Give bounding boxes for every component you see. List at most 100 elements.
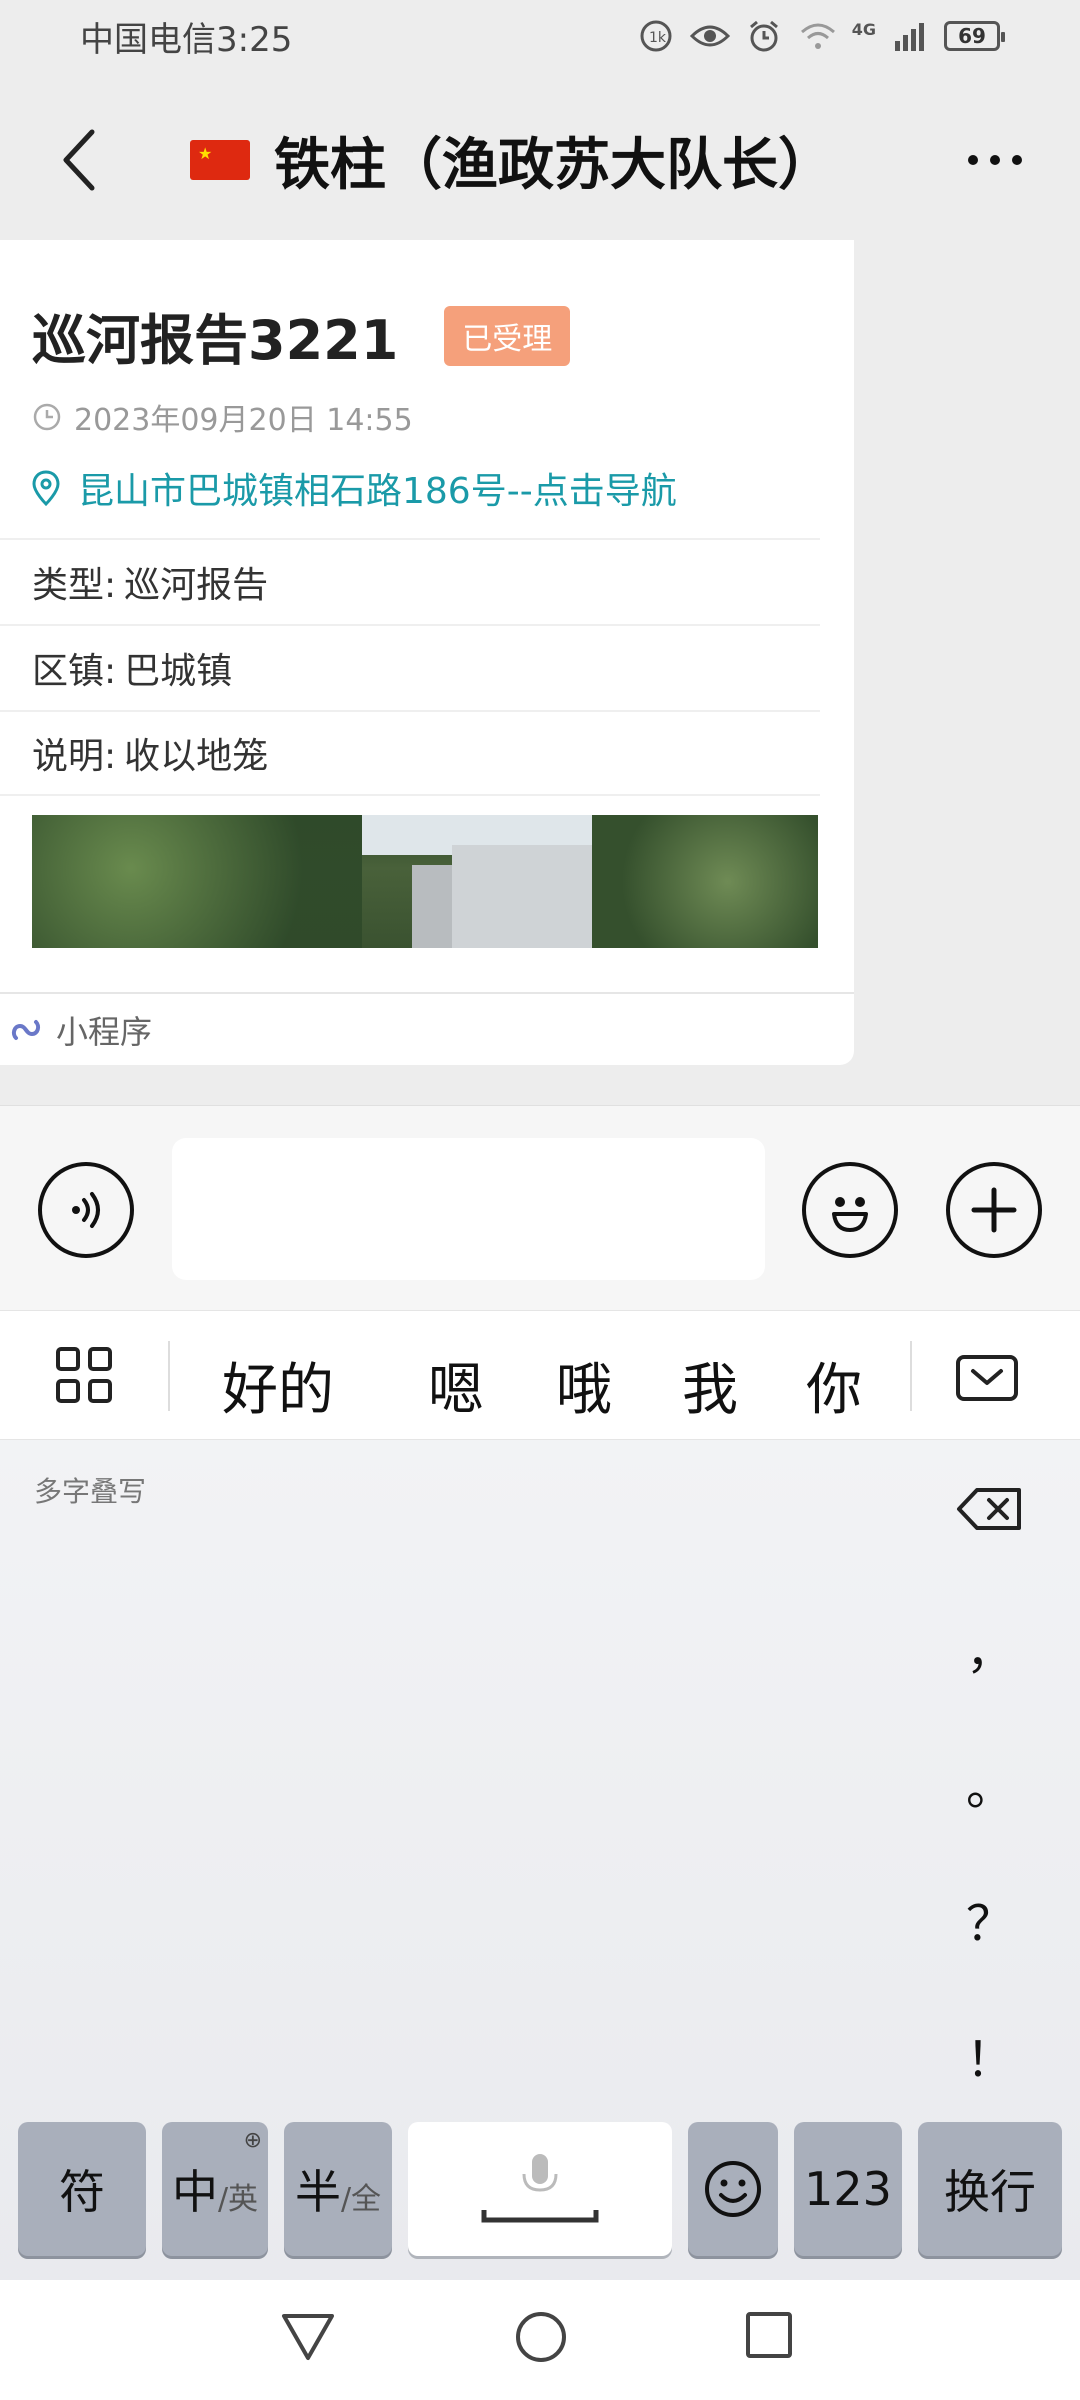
- signal-icon: [890, 16, 930, 56]
- more-dot-icon: [990, 155, 1000, 165]
- input-bar: [0, 1105, 1080, 1310]
- card-title-row: 巡河报告3221 已受理: [32, 296, 571, 375]
- nav-recents-button[interactable]: [746, 2312, 792, 2358]
- punct-exclaim-key[interactable]: ！: [960, 2020, 1020, 2090]
- battery-icon: 69: [944, 21, 1005, 51]
- mini-program-card[interactable]: 巡河报告3221 已受理 2023年09月20日 14:55 昆山市巴城镇相石路…: [0, 240, 854, 1065]
- more-functions-button[interactable]: [946, 1162, 1042, 1258]
- wifi-icon: [798, 16, 838, 56]
- info-row-type: 类型: 巡河报告: [0, 538, 820, 624]
- mini-program-icon: [11, 1019, 41, 1040]
- info-label: 类型:: [32, 565, 117, 606]
- enter-key-label: 换行: [944, 2165, 1036, 2219]
- voice-icon: [72, 1192, 100, 1228]
- grid-icon: [56, 1379, 80, 1403]
- svg-text:1k: 1k: [649, 30, 667, 46]
- chat-area[interactable]: 巡河报告3221 已受理 2023年09月20日 14:55 昆山市巴城镇相石路…: [0, 240, 1080, 1100]
- info-value: 巡河报告: [124, 565, 269, 606]
- card-datetime-row: 2023年09月20日 14:55: [32, 395, 413, 439]
- alarm-icon: [744, 16, 784, 56]
- keyboard-bottom-row: 符 ⊕ 中 /英 半 /全 123 换行: [0, 2122, 1080, 2260]
- carrier-time: 中国电信3:25: [80, 19, 293, 60]
- eye-icon: [689, 16, 730, 56]
- info-value: 巴城镇: [124, 651, 233, 692]
- clock-icon: [33, 403, 61, 431]
- report-photo[interactable]: [32, 815, 818, 948]
- candidate[interactable]: 我: [682, 1345, 738, 1426]
- card-datetime: 2023年09月20日 14:55: [74, 403, 413, 438]
- width-main-label: 半: [294, 2165, 341, 2219]
- backspace-icon: [957, 1488, 1021, 1530]
- card-title: 巡河报告3221: [32, 309, 399, 372]
- card-address: 昆山市巴城镇相石路186号--点击导航: [78, 471, 677, 512]
- chat-header: ★ 铁柱（渔政苏大队长）: [0, 80, 1080, 240]
- symbol-key-label: 符: [59, 2165, 105, 2219]
- emoji-button[interactable]: [802, 1162, 898, 1258]
- chat-title: 铁柱（渔政苏大队长）: [274, 132, 834, 198]
- smiley-icon: [705, 2161, 761, 2217]
- china-flag-icon: ★: [190, 140, 250, 180]
- emoji-key[interactable]: [688, 2122, 778, 2256]
- lang-main-label: 中: [171, 2165, 218, 2219]
- info-label: 区镇:: [32, 651, 117, 692]
- navigate-link[interactable]: 昆山市巴城镇相石路186号--点击导航: [32, 462, 677, 514]
- width-sub-label: /全: [340, 2182, 382, 2217]
- punct-question-key[interactable]: ？: [960, 1884, 1020, 1954]
- lang-sub-label: /英: [217, 2182, 259, 2217]
- message-input[interactable]: [172, 1138, 765, 1280]
- enter-key[interactable]: 换行: [918, 2122, 1062, 2256]
- globe-icon: ⊕: [243, 2128, 262, 2153]
- location-pin-icon: [32, 470, 60, 506]
- card-info-list: 类型: 巡河报告 区镇: 巴城镇 说明: 收以地笼: [0, 538, 820, 796]
- symbol-key[interactable]: 符: [18, 2122, 146, 2256]
- ime-candidate-bar: 好的 嗯 哦 我 你: [0, 1310, 1080, 1440]
- ime-menu-button[interactable]: [56, 1347, 116, 1407]
- info-row-district: 区镇: 巴城镇: [0, 624, 820, 710]
- network-type: 4G: [851, 19, 876, 39]
- plus-icon: [971, 1187, 1017, 1233]
- grid-icon: [88, 1379, 112, 1403]
- chat-title-group: ★ 铁柱（渔政苏大队长）: [190, 120, 834, 200]
- divider: [910, 1341, 912, 1411]
- voice-button[interactable]: [38, 1162, 134, 1258]
- grid-icon: [56, 1347, 80, 1371]
- chevron-down-icon: [971, 1369, 1003, 1385]
- more-dot-icon: [968, 155, 978, 165]
- language-switch-key[interactable]: ⊕ 中 /英: [162, 2122, 268, 2256]
- number-key[interactable]: 123: [794, 2122, 902, 2256]
- nav-back-button[interactable]: [280, 2312, 336, 2366]
- handwriting-keyboard[interactable]: 多字叠写 ， 。 ？ ！ 符 ⊕ 中 /英 半 /全 123 换行: [0, 1440, 1080, 2280]
- width-switch-key[interactable]: 半 /全: [284, 2122, 392, 2256]
- back-button[interactable]: [40, 120, 120, 200]
- chevron-left-icon: [63, 129, 95, 191]
- hide-keyboard-button[interactable]: [956, 1355, 1018, 1401]
- status-badge: 已受理: [444, 305, 571, 366]
- punct-comma-key[interactable]: ，: [960, 1612, 1020, 1682]
- candidate[interactable]: 哦: [556, 1345, 612, 1426]
- info-label: 说明:: [32, 736, 117, 777]
- more-dot-icon: [1012, 155, 1022, 165]
- number-key-label: 123: [804, 2162, 892, 2216]
- data-saver-icon: 1k: [636, 16, 676, 56]
- candidate[interactable]: 好的: [222, 1345, 334, 1426]
- status-bar: 中国电信3:25 1k 4G 69: [0, 0, 1080, 72]
- triangle-back-icon: [282, 2314, 334, 2360]
- info-row-description: 说明: 收以地笼: [0, 710, 820, 796]
- candidate[interactable]: 你: [806, 1345, 862, 1426]
- nav-home-button[interactable]: [516, 2312, 566, 2362]
- punct-period-key[interactable]: 。: [960, 1748, 1020, 1818]
- grid-icon: [88, 1347, 112, 1371]
- card-footer: 小程序: [0, 992, 854, 1065]
- mini-program-label: 小程序: [56, 1012, 153, 1051]
- system-nav-bar: [0, 2280, 1080, 2400]
- status-icons: 1k 4G 69: [636, 16, 1005, 56]
- info-value: 收以地笼: [124, 736, 269, 777]
- more-button[interactable]: [950, 120, 1040, 200]
- handwriting-hint: 多字叠写: [34, 1475, 147, 1508]
- backspace-button[interactable]: [955, 1484, 1025, 1534]
- smiley-icon: [832, 1197, 868, 1232]
- candidate[interactable]: 嗯: [428, 1345, 484, 1426]
- space-key[interactable]: [408, 2122, 672, 2256]
- microphone-icon: [481, 2154, 599, 2223]
- divider: [168, 1341, 170, 1411]
